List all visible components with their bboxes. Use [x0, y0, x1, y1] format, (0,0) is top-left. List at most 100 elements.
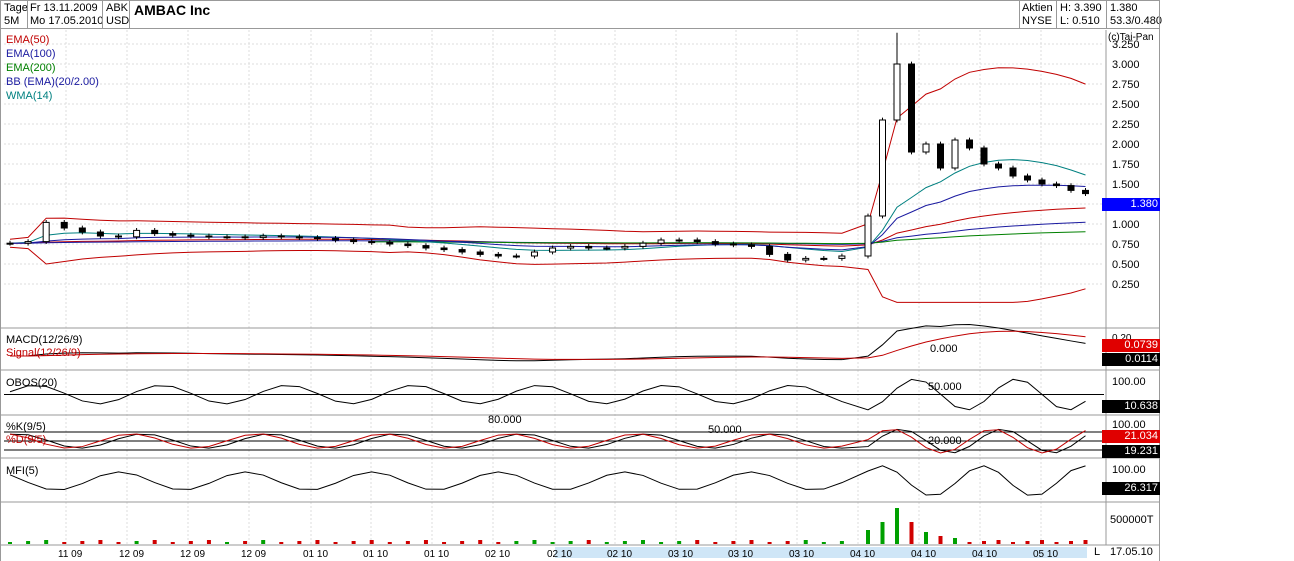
date-tick: 04 10	[972, 549, 997, 560]
candle-body	[621, 245, 629, 249]
volume-bar	[839, 541, 844, 544]
price-tick: 0.250	[1112, 279, 1140, 291]
volume-axis: 500000T	[1110, 514, 1154, 526]
volume-bar	[866, 530, 870, 544]
volume-bar	[387, 542, 392, 544]
obos-label: OBOS(20)	[6, 377, 58, 389]
macd-panel	[9, 323, 1086, 362]
price-tick: 3.250	[1112, 39, 1140, 51]
mfi-axis-top: 100.00	[1112, 464, 1146, 476]
volume-bar	[478, 540, 483, 544]
candle-body	[951, 139, 959, 169]
date-tick: 01 10	[424, 549, 449, 560]
date-tick: 12 09	[241, 549, 266, 560]
volume-bar	[8, 542, 12, 544]
price-tick: 1.500	[1112, 179, 1140, 191]
candle-body	[386, 241, 394, 245]
candle-body	[458, 249, 466, 253]
grid	[0, 30, 1160, 546]
volume-bar	[568, 541, 573, 544]
volume-bar	[586, 540, 591, 544]
candle-body	[241, 236, 249, 239]
date-tick: 04 10	[911, 549, 936, 560]
date-tick: 01 10	[363, 549, 388, 560]
obos-axis-top: 100.00	[1112, 376, 1146, 388]
candle-body	[937, 143, 944, 169]
date-end: 17.05.10	[1110, 546, 1153, 558]
stoch-k-value: 21.034	[1102, 430, 1160, 443]
volume-bar	[924, 532, 928, 544]
signal-label: Signal(12/26/9)	[6, 347, 81, 359]
legend-item: EMA(50)	[6, 34, 50, 46]
stoch-d-value: 19.231	[1102, 445, 1160, 458]
candle-body	[42, 221, 50, 243]
candle-body	[133, 229, 141, 238]
candle-body	[96, 231, 104, 237]
candle-body	[1082, 189, 1089, 195]
volume-bar	[116, 542, 121, 544]
volume-bar	[677, 541, 682, 544]
candle-body	[784, 253, 792, 261]
legend-item: EMA(200)	[6, 62, 56, 74]
volume-bar	[514, 541, 519, 544]
candle-body	[567, 245, 575, 249]
scroll-mark[interactable]: L	[1094, 546, 1100, 559]
volume-bar	[152, 540, 157, 544]
candle-body	[223, 236, 231, 239]
volume-bar	[1025, 541, 1030, 544]
candle-body	[404, 243, 412, 247]
stoch-d-label: %D(9/5)	[6, 434, 47, 446]
bollinger-bands	[9, 67, 1086, 303]
volume-bar	[1040, 540, 1044, 544]
candle-body	[838, 255, 846, 259]
price-tick: 2.250	[1112, 119, 1140, 131]
volume-panel	[8, 508, 1088, 544]
volume-bar	[749, 540, 754, 544]
date-tick: 12 09	[119, 549, 144, 560]
date-axis: 11 09 12 09 12 09 12 09 01 10 01 10 01 10 02 10…	[58, 547, 1087, 560]
candle-body	[639, 242, 647, 247]
candle-body	[995, 163, 1002, 169]
stoch-k-label: %K(9/5)	[6, 421, 46, 433]
candle-body	[980, 147, 988, 165]
volume-bar	[26, 541, 31, 544]
volume-bar	[895, 508, 899, 544]
volume-bar	[880, 522, 885, 544]
candle-body	[422, 245, 430, 249]
volume-bar	[297, 541, 302, 544]
candle-body	[313, 237, 321, 240]
volume-bar	[731, 541, 736, 544]
volume-bar	[405, 541, 410, 544]
candle-body	[1009, 167, 1017, 177]
candle-body	[585, 245, 593, 249]
date-tick: 12 09	[180, 549, 205, 560]
candle-body	[879, 119, 886, 217]
volume-bar	[44, 540, 49, 544]
volume-bar	[206, 540, 211, 544]
candle-body	[169, 233, 177, 236]
price-tick: 2.500	[1112, 99, 1140, 111]
price-tick: 1.750	[1112, 159, 1140, 171]
price-tick: 2.750	[1112, 79, 1140, 91]
mfi-value: 26.317	[1102, 482, 1160, 495]
volume-bar	[62, 542, 67, 544]
macd-label: MACD(12/26/9)	[6, 334, 83, 346]
legend-item: BB (EMA)(20/2.00)	[6, 76, 99, 88]
candle-body	[711, 241, 719, 245]
candle-body	[530, 251, 538, 257]
bb-lower-line	[9, 246, 1086, 303]
volume-bar	[442, 542, 447, 544]
candle-body	[295, 236, 303, 239]
date-tick: 04 10	[850, 549, 875, 560]
date-tick: 02 10	[547, 549, 572, 560]
price-axis: 3.250 3.000 2.750 2.500 2.250 2.000 1.750 1.500…	[1112, 39, 1140, 291]
obos-value: 10.638	[1102, 400, 1160, 413]
volume-bar	[369, 540, 374, 544]
candle-body	[205, 235, 213, 238]
volume-bar	[604, 542, 609, 544]
volume-bar	[315, 540, 320, 544]
candle-body	[864, 215, 872, 257]
mfi-label: MFI(5)	[6, 465, 39, 477]
candle-body	[693, 239, 701, 243]
volume-bar	[1054, 542, 1059, 544]
